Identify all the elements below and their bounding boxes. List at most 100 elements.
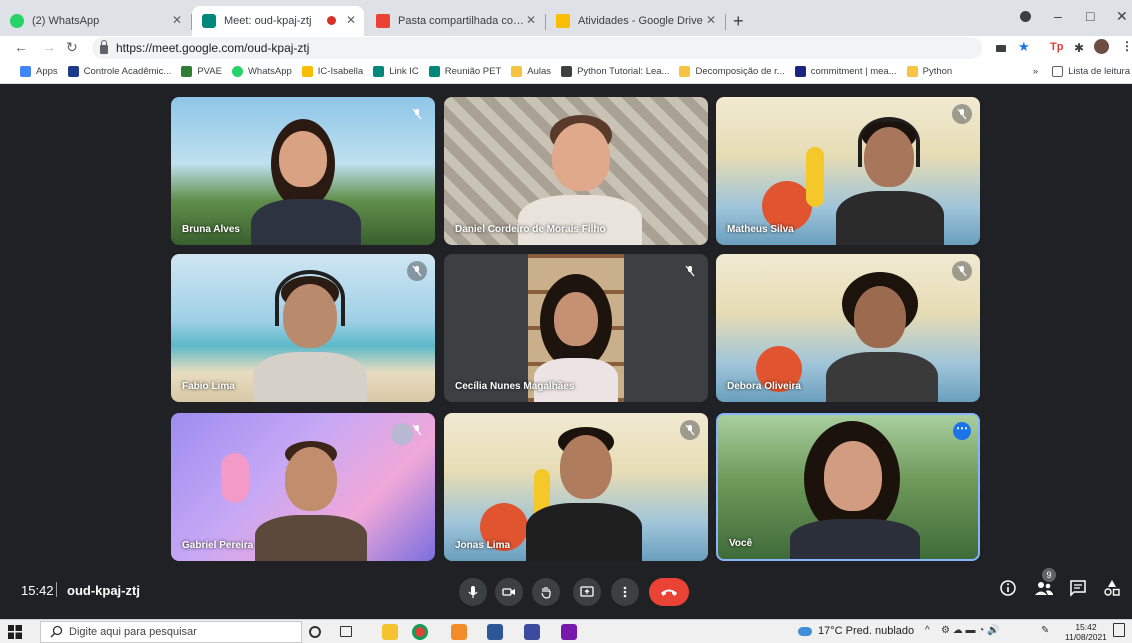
close-window-button[interactable]: ✕: [1116, 8, 1128, 25]
star-icon[interactable]: ★: [1018, 39, 1030, 55]
participant-tile[interactable]: Cecília Nunes Magalhães: [444, 254, 708, 402]
more-bookmarks-button[interactable]: »: [1033, 66, 1038, 77]
bookmark-label: Decomposição de r...: [695, 66, 785, 77]
participant-name: Você: [729, 538, 753, 549]
close-icon[interactable]: ✕: [526, 13, 536, 27]
bookmark-commitment[interactable]: commitment | mea...: [794, 66, 897, 77]
reading-list-button[interactable]: Lista de leitura: [1052, 66, 1130, 77]
bookmark-label: WhatsApp: [247, 66, 292, 77]
camera-button[interactable]: [495, 578, 523, 606]
present-icon: [580, 586, 594, 597]
participant-name: Matheus Silva: [727, 224, 794, 235]
new-tab-button[interactable]: +: [733, 11, 744, 32]
meet-icon: [202, 14, 216, 28]
close-icon[interactable]: ✕: [172, 13, 182, 27]
page-icon: [561, 66, 573, 77]
maximize-button[interactable]: □: [1086, 8, 1094, 24]
bookmark-whatsapp[interactable]: WhatsApp: [231, 66, 292, 77]
more-options-button[interactable]: ⋯: [953, 422, 971, 440]
app-orange-icon[interactable]: [451, 624, 467, 640]
whatsapp-icon: [231, 66, 243, 77]
bookmark-pvae[interactable]: PVAE: [181, 66, 222, 77]
participant-tile[interactable]: Fabio Lima: [171, 254, 435, 402]
chevron-right-icon: »: [1032, 66, 1039, 77]
weather-widget[interactable]: 17°C Pred. nublado: [798, 625, 914, 637]
meeting-code: oud-kpaj-ztj: [67, 583, 140, 598]
participant-tile[interactable]: Jonas Lima: [444, 413, 708, 561]
tab-whatsapp[interactable]: (2) WhatsApp ✕: [0, 6, 190, 36]
back-button[interactable]: ←: [14, 39, 28, 55]
bookmark-controle-academico[interactable]: Controle Acadêmic...: [67, 66, 171, 77]
show-hidden-icons-chevron-icon[interactable]: ^: [925, 625, 930, 636]
leave-call-button[interactable]: [649, 578, 689, 606]
system-tray-icons[interactable]: ⚙ ☁ ▬ ◔ 🔊: [941, 625, 1000, 636]
task-view-icon[interactable]: [340, 626, 352, 637]
activities-button[interactable]: [1103, 579, 1125, 601]
onenote-icon[interactable]: [561, 624, 577, 640]
minimize-button[interactable]: –: [1054, 8, 1062, 24]
pen-icon[interactable]: ✎: [1041, 625, 1049, 636]
tab-label: Pasta compartilhada com você:: [398, 15, 526, 27]
bookmark-apps[interactable]: Apps: [20, 66, 58, 77]
dictionary-icon: [794, 66, 806, 77]
close-icon[interactable]: ✕: [346, 13, 356, 27]
url-field[interactable]: https://meet.google.com/oud-kpaj-ztj: [92, 37, 982, 59]
app-icon[interactable]: [487, 624, 503, 640]
bookmark-python-tutorial[interactable]: Python Tutorial: Lea...: [561, 66, 669, 77]
bookmark-aulas[interactable]: Aulas: [511, 66, 551, 77]
mic-off-icon: [952, 104, 972, 124]
bookmark-ic-isabella[interactable]: IC-Isabella: [301, 66, 363, 77]
avatar[interactable]: [1094, 39, 1109, 54]
people-button[interactable]: [1034, 579, 1056, 601]
tab-label: (2) WhatsApp: [32, 15, 100, 27]
extensions-puzzle-icon[interactable]: ✱: [1074, 41, 1084, 55]
participant-tile[interactable]: Gabriel Pereira: [171, 413, 435, 561]
participant-tile[interactable]: Debora Oliveira: [716, 254, 980, 402]
mic-off-icon: [680, 420, 700, 440]
notifications-icon[interactable]: [1113, 623, 1125, 637]
system-clock[interactable]: 15:42 11/08/2021: [1065, 622, 1107, 642]
bookmark-link-ic[interactable]: Link IC: [373, 66, 419, 77]
close-icon[interactable]: ✕: [706, 13, 716, 27]
tab-meet[interactable]: Meet: oud-kpaj-ztj ✕: [192, 6, 364, 36]
cortana-icon[interactable]: [309, 626, 321, 638]
forward-button[interactable]: →: [42, 39, 56, 55]
bookmark-label: PVAE: [197, 66, 222, 77]
video-camera-icon: [502, 588, 515, 596]
cloud-icon: [798, 626, 812, 636]
menu-icon[interactable]: ⋮: [1121, 39, 1132, 53]
taskbar-search-input[interactable]: Digite aqui para pesquisar: [40, 621, 302, 643]
self-view-tile[interactable]: ⋯ Você: [716, 413, 980, 561]
tab-gmail[interactable]: Pasta compartilhada com você: ✕: [366, 6, 544, 36]
tab-drive[interactable]: Atividades - Google Drive ✕: [546, 6, 724, 36]
meeting-time: 15:42: [21, 583, 54, 598]
participant-video: [245, 433, 375, 561]
chrome-icon[interactable]: [412, 624, 428, 640]
meeting-details-button[interactable]: [999, 579, 1021, 601]
app-icon[interactable]: [524, 624, 540, 640]
chat-button[interactable]: [1069, 579, 1091, 601]
participant-tile[interactable]: Daniel Cordeiro de Morais Filho: [444, 97, 708, 245]
folder-icon: [906, 66, 918, 77]
more-options-button[interactable]: [611, 578, 639, 606]
url-text: https://meet.google.com/oud-kpaj-ztj: [116, 41, 310, 55]
profile-icon[interactable]: [1020, 11, 1031, 22]
participant-tile[interactable]: Bruna Alves: [171, 97, 435, 245]
bookmark-python[interactable]: Python: [906, 66, 952, 77]
windows-start-icon[interactable]: [8, 625, 22, 639]
bookmark-reuniao-pet[interactable]: Reunião PET: [428, 66, 501, 77]
microphone-button[interactable]: [459, 578, 487, 606]
meet-control-bar: 15:42 oud-kpaj-ztj 9: [0, 563, 1132, 619]
participant-tile[interactable]: Matheus Silva: [716, 97, 980, 245]
present-screen-button[interactable]: [573, 578, 601, 606]
participant-name: Gabriel Pereira: [182, 540, 254, 551]
participant-video: [812, 266, 952, 402]
clock-date: 11/08/2021: [1065, 632, 1107, 642]
whatsapp-icon: [10, 14, 24, 28]
tp-extension-icon[interactable]: Tp: [1050, 41, 1063, 53]
camera-icon[interactable]: [996, 45, 1006, 52]
bookmark-decomposicao[interactable]: Decomposição de r...: [679, 66, 785, 77]
reload-button[interactable]: ↻: [66, 39, 78, 56]
file-explorer-icon[interactable]: [382, 624, 398, 640]
raise-hand-button[interactable]: [532, 578, 560, 606]
